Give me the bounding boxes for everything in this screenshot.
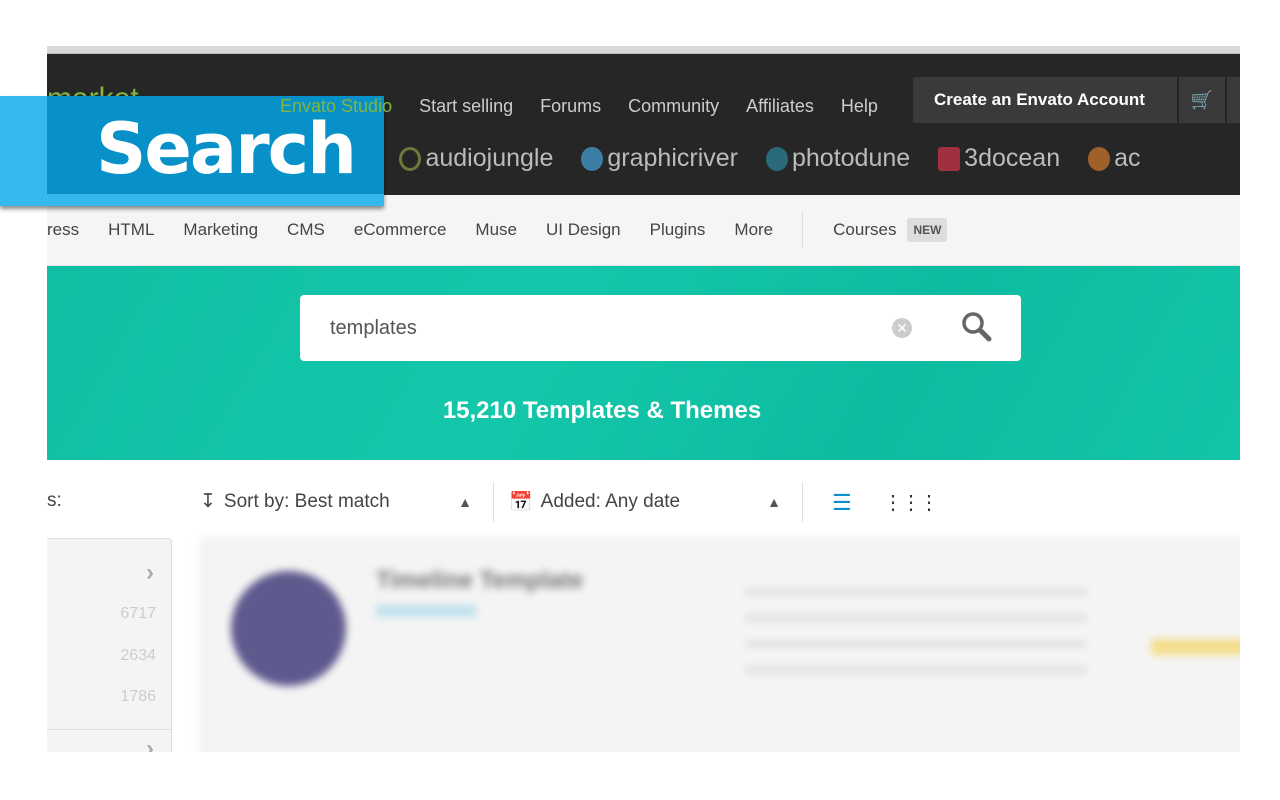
browser-chrome (47, 46, 1240, 54)
divider (802, 212, 804, 248)
sort-value: Sort by: Best match (223, 490, 390, 512)
activeden-icon (1088, 146, 1111, 171)
nav-envato-studio[interactable]: Envato Studio (280, 96, 392, 117)
results-toolbar: s: ↧ Sort by: Best match ▲ 📅 Added: Any … (47, 482, 1240, 522)
divider (493, 482, 494, 522)
filter-count: 6717 (120, 605, 156, 622)
divider (47, 729, 171, 730)
select-arrows-icon: ▲ (767, 494, 781, 510)
calendar-icon: 📅 (509, 492, 533, 513)
market-activeden[interactable]: ac (1088, 144, 1141, 173)
category-wordpress[interactable]: ress (47, 220, 79, 240)
clear-icon[interactable]: ✕ (892, 318, 912, 338)
select-arrows-icon: ▲ (458, 493, 472, 510)
category-courses[interactable]: Courses (833, 220, 896, 240)
grid-view-icon[interactable]: ⋮⋮⋮ (883, 490, 939, 515)
nav-forums[interactable]: Forums (540, 96, 601, 117)
item-title[interactable]: Timeline Template (376, 567, 583, 595)
photodune-icon (765, 146, 788, 171)
result-count: 15,210 Templates & Themes (442, 397, 762, 424)
item-description (746, 575, 1086, 675)
audiojungle-icon (399, 146, 422, 171)
market-graphicriver[interactable]: graphicriver (581, 144, 738, 173)
filter-count: 1786 (120, 688, 156, 705)
cart-icon[interactable]: 🛒 (1179, 77, 1225, 123)
top-nav: Envato Studio Start selling Forums Commu… (280, 96, 878, 117)
divider (802, 482, 803, 522)
category-ui-design[interactable]: UI Design (546, 220, 621, 240)
overlay-text: Search (96, 108, 357, 190)
date-value: Added: Any date (540, 491, 681, 512)
category-muse[interactable]: Muse (475, 220, 517, 240)
category-cms[interactable]: CMS (287, 220, 325, 240)
list-view-icon[interactable]: ☰ (832, 490, 852, 516)
graphicriver-icon (581, 146, 604, 171)
search-icon[interactable] (960, 309, 994, 345)
item-rating (1151, 639, 1240, 655)
sort-icon: ↧ (200, 491, 216, 512)
nav-affiliates[interactable]: Affiliates (746, 96, 814, 117)
chevron-right-icon[interactable]: › (146, 559, 154, 587)
market-3docean[interactable]: 3docean (938, 144, 1060, 173)
date-select[interactable]: 📅 Added: Any date ▲ (509, 490, 781, 514)
3docean-icon (938, 146, 961, 171)
filter-count: 2634 (120, 647, 156, 664)
search-hero: templates ✕ 15,210 Templates & Themes (47, 266, 1240, 460)
market-photodune[interactable]: photodune (765, 144, 910, 173)
sort-select[interactable]: ↧ Sort by: Best match ▲ (200, 490, 472, 513)
nav-community[interactable]: Community (628, 96, 719, 117)
nav-start-selling[interactable]: Start selling (419, 96, 513, 117)
item-author[interactable] (376, 605, 476, 617)
category-more[interactable]: More (734, 220, 773, 240)
category-ecommerce[interactable]: eCommerce (354, 220, 447, 240)
nav-help[interactable]: Help (841, 96, 878, 117)
menu-button[interactable] (1227, 77, 1240, 123)
search-input[interactable]: templates ✕ (300, 295, 1021, 361)
filter-sidebar: › 6717 2634 1786 › (47, 538, 172, 752)
result-item[interactable]: Timeline Template (200, 538, 1240, 752)
market-audiojungle[interactable]: audiojungle (399, 144, 553, 173)
chevron-right-icon[interactable]: › (146, 735, 154, 752)
category-html[interactable]: HTML (108, 220, 154, 240)
search-value: templates (330, 317, 417, 339)
new-badge: NEW (907, 218, 948, 242)
category-plugins[interactable]: Plugins (650, 220, 706, 240)
item-thumbnail[interactable] (231, 571, 346, 686)
filter-label: s: (47, 490, 62, 511)
create-account-button[interactable]: Create an Envato Account (913, 77, 1177, 123)
category-marketing[interactable]: Marketing (183, 220, 258, 240)
